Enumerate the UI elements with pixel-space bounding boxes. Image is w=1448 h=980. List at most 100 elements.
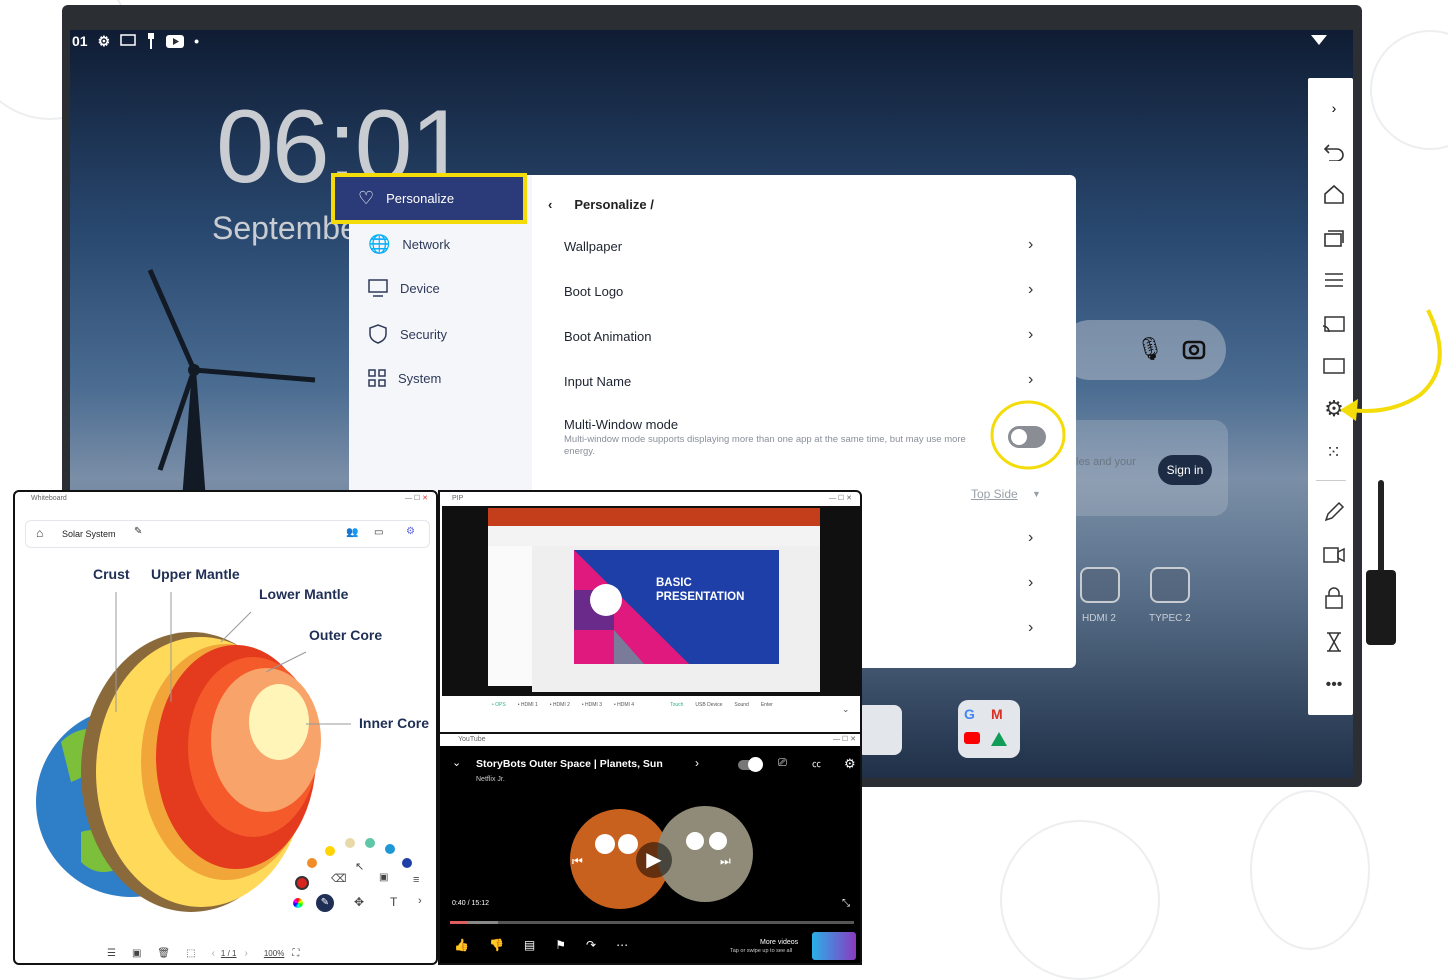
menu-icon[interactable]	[1322, 268, 1346, 292]
home-icon[interactable]	[1322, 182, 1346, 206]
window-controls[interactable]: — ☐ ✕	[833, 735, 856, 743]
source-usb[interactable]: USB Device	[695, 702, 722, 708]
sign-in-button[interactable]: Sign in	[1158, 455, 1212, 485]
home-icon[interactable]: ⌂	[36, 526, 43, 540]
play-store-icon[interactable]	[856, 705, 902, 755]
color-swatch-yellow[interactable]	[325, 846, 335, 856]
autoplay-toggle[interactable]	[738, 757, 763, 772]
back-chevron-icon[interactable]: ‹	[548, 197, 552, 212]
captions-icon[interactable]: ㏄	[812, 757, 821, 770]
chevron-right-icon: ›	[1028, 326, 1034, 343]
row-boot-logo[interactable]: Boot Logo	[564, 284, 1034, 299]
whiteboard-toolbar: ⌂ Solar System ✎ 👥 ▭ ⚙	[25, 520, 430, 548]
chevron-right-icon[interactable]: ›	[418, 895, 422, 907]
row-wallpaper[interactable]: Wallpaper	[564, 239, 1034, 254]
save-icon[interactable]: ⚑	[555, 938, 566, 952]
row-multiwindow-desc: Multi-window mode supports displaying mo…	[564, 434, 966, 457]
color-swatch-teal[interactable]	[365, 838, 375, 848]
settings-gear-icon[interactable]: ⚙	[844, 756, 856, 772]
insert-image-icon[interactable]: ▣	[132, 948, 141, 959]
expand-chevron-icon[interactable]: ›	[1322, 96, 1346, 120]
lines-icon[interactable]: ≡	[413, 874, 419, 886]
zoom-level[interactable]: 100%	[264, 949, 284, 958]
nav-item-device[interactable]: Device	[368, 279, 440, 297]
source-typec2-icon[interactable]	[1150, 567, 1190, 603]
pen-icon[interactable]	[1322, 500, 1346, 524]
prev-page-icon[interactable]: ‹	[212, 948, 215, 959]
edit-icon[interactable]: ✎	[134, 526, 142, 537]
color-swatch-blue[interactable]	[385, 844, 395, 854]
color-swatch-red-selected[interactable]	[295, 876, 309, 890]
select-icon[interactable]: ⬚	[186, 948, 195, 959]
play-button[interactable]: ▶	[636, 842, 672, 878]
source-hdmi2-icon[interactable]	[1080, 567, 1120, 603]
nav-item-security[interactable]: Security	[368, 324, 447, 344]
recents-icon[interactable]	[1322, 226, 1346, 250]
minimize-chevron-icon[interactable]: ⌄	[452, 756, 461, 769]
yellow-circle-annotation	[990, 400, 1066, 470]
fullscreen-exit-icon[interactable]: ⤡	[842, 898, 850, 909]
google-apps-folder[interactable]: G M	[958, 700, 1020, 758]
chevron-right-icon: ›	[1028, 371, 1034, 388]
move-icon[interactable]: ✥	[354, 895, 364, 909]
color-swatch-orange[interactable]	[307, 858, 317, 868]
menu-icon[interactable]: ☰	[107, 948, 116, 959]
nav-item-system[interactable]: System	[368, 369, 441, 387]
source-enter[interactable]: Enter	[761, 702, 773, 708]
progress-track[interactable]	[450, 921, 854, 924]
color-swatch-beige[interactable]	[345, 838, 355, 848]
source-hdmi1[interactable]: • HDMI 1	[518, 702, 538, 708]
share-icon[interactable]: ⚙	[406, 526, 415, 537]
timer-icon[interactable]	[1322, 630, 1346, 654]
select-arrow-icon[interactable]: ↖	[355, 860, 364, 873]
record-icon[interactable]	[1322, 543, 1346, 567]
eraser-icon[interactable]: ⌫	[331, 872, 347, 885]
back-icon[interactable]	[1322, 140, 1346, 164]
apps-grid-icon[interactable]: ⁙	[1322, 440, 1346, 464]
source-sound[interactable]: Sound	[734, 702, 748, 708]
previous-icon[interactable]: ⏮	[572, 854, 583, 869]
top-side-value[interactable]: Top Side	[971, 487, 1018, 501]
users-icon[interactable]: 👥	[346, 527, 358, 538]
fit-screen-icon[interactable]: ⛶	[292, 948, 299, 959]
nav-label-security: Security	[400, 326, 447, 342]
earth-layers-diagram	[36, 592, 351, 912]
next-page-icon[interactable]: ›	[245, 948, 248, 959]
comments-icon[interactable]: ▤	[524, 938, 535, 952]
image-tool-icon[interactable]: ▣	[379, 872, 388, 883]
chevron-right-icon[interactable]: ›	[695, 756, 699, 770]
microphone-icon[interactable]: 🎙	[1136, 336, 1164, 362]
nav-item-network[interactable]: 🌐 Network	[368, 234, 450, 255]
source-hdmi2[interactable]: • HDMI 2	[550, 702, 570, 708]
dislike-icon[interactable]: 👎	[489, 938, 504, 952]
row-boot-animation[interactable]: Boot Animation	[564, 329, 1034, 344]
source-hdmi2-label: HDMI 2	[1082, 613, 1116, 624]
source-touch[interactable]: Touch	[670, 702, 683, 708]
trash-icon[interactable]: 🗑	[157, 948, 170, 959]
pen-tool-icon[interactable]: ✎	[316, 894, 334, 912]
text-tool-icon[interactable]: T	[390, 895, 397, 909]
color-swatch-navy[interactable]	[402, 858, 412, 868]
screen-icon[interactable]: ▭	[374, 527, 383, 538]
more-icon[interactable]: ⋯	[616, 938, 628, 952]
color-wheel-icon[interactable]	[293, 898, 303, 908]
more-icon[interactable]: •••	[1322, 673, 1346, 697]
window-controls[interactable]: — ☐ ✕	[405, 494, 428, 502]
nav-item-personalize[interactable]: ♡ Personalize	[358, 188, 454, 209]
lock-icon[interactable]	[1322, 586, 1346, 610]
collapse-chevron-icon[interactable]: ⌄	[842, 704, 850, 715]
share-arrow-icon[interactable]: ↷	[586, 938, 596, 952]
youtube-window: YouTube — ☐ ✕ ⌄ StoryBots Outer Space | …	[438, 732, 862, 965]
cast-icon[interactable]: ⎚	[778, 757, 787, 770]
source-hdmi3[interactable]: • HDMI 3	[582, 702, 602, 708]
source-ops[interactable]: • OPS	[492, 702, 506, 708]
next-icon[interactable]: ⏭	[720, 854, 731, 869]
source-hdmi4[interactable]: • HDMI 4	[614, 702, 634, 708]
more-videos-thumbnail[interactable]	[812, 932, 856, 960]
like-icon[interactable]: 👍	[454, 938, 469, 952]
whiteboard-title: Whiteboard	[31, 495, 67, 502]
window-controls[interactable]: — ☐ ✕	[829, 494, 852, 502]
row-input-name[interactable]: Input Name	[564, 374, 1034, 389]
lens-icon[interactable]	[1182, 338, 1206, 362]
pip-window: PIP — ☐ ✕ BASIC PRESENTATION • OPS • HDM…	[438, 490, 862, 746]
